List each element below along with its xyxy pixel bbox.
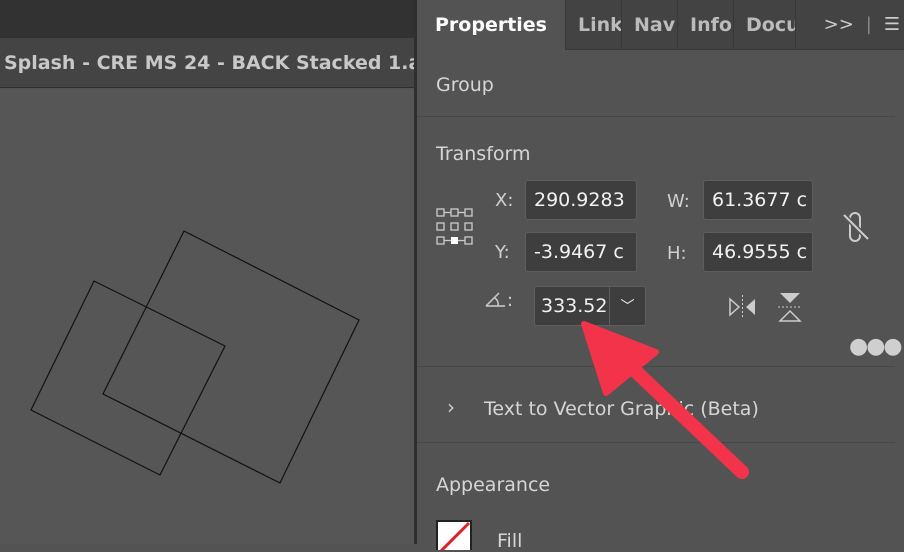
annotation-arrow [581, 321, 749, 479]
